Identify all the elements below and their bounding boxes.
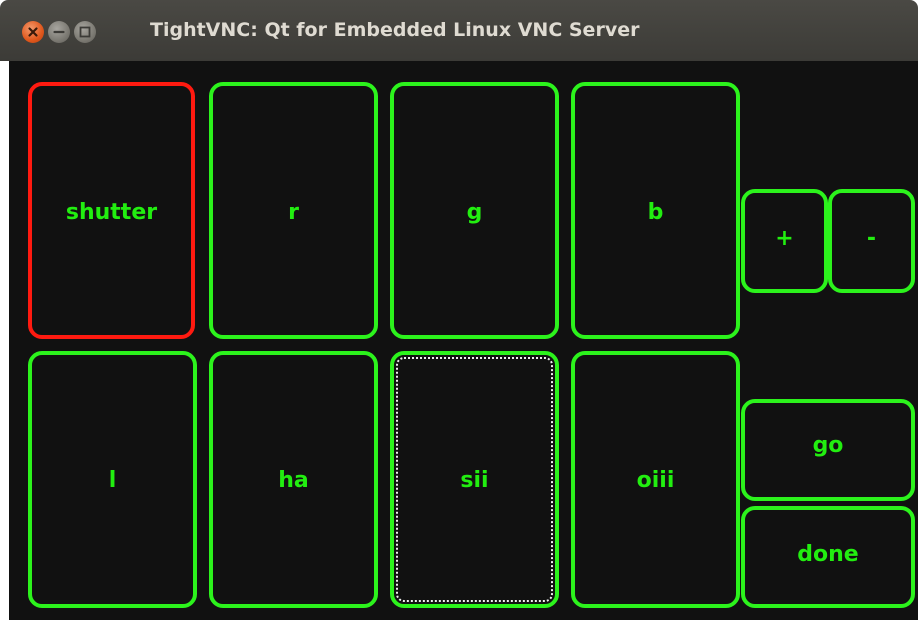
minus-label: - xyxy=(866,226,877,251)
done-button[interactable]: done xyxy=(741,506,915,608)
ha-label: ha xyxy=(278,468,309,493)
maximize-button[interactable] xyxy=(74,21,96,43)
minus-button[interactable]: - xyxy=(828,189,915,293)
maximize-icon xyxy=(79,26,91,38)
title-bar[interactable]: TightVNC: Qt for Embedded Linux VNC Serv… xyxy=(0,0,918,61)
g-label: g xyxy=(466,200,483,225)
minimize-icon xyxy=(53,30,65,34)
close-button[interactable] xyxy=(22,21,44,43)
ha-button[interactable]: ha xyxy=(209,351,378,608)
oiii-label: oiii xyxy=(636,468,675,493)
go-label: go xyxy=(812,433,844,458)
l-label: l xyxy=(108,468,117,493)
sii-label: sii xyxy=(460,468,489,493)
go-button[interactable]: go xyxy=(741,399,915,501)
b-button[interactable]: b xyxy=(571,82,740,339)
plus-button[interactable]: + xyxy=(741,189,828,293)
window-title: TightVNC: Qt for Embedded Linux VNC Serv… xyxy=(150,19,640,41)
g-button[interactable]: g xyxy=(390,82,559,339)
minimize-button[interactable] xyxy=(48,21,70,43)
b-label: b xyxy=(647,200,664,225)
close-icon xyxy=(28,27,38,37)
shutter-button[interactable]: shutter xyxy=(28,82,195,339)
vnc-window: TightVNC: Qt for Embedded Linux VNC Serv… xyxy=(0,0,918,629)
r-button[interactable]: r xyxy=(209,82,378,339)
plus-label: + xyxy=(775,226,794,251)
oiii-button[interactable]: oiii xyxy=(571,351,740,608)
shutter-label: shutter xyxy=(65,200,158,225)
sii-button[interactable]: sii xyxy=(390,351,559,608)
r-label: r xyxy=(288,200,299,225)
done-label: done xyxy=(797,542,859,567)
vnc-canvas: shutter r g b + - l ha sii oiii go done xyxy=(9,61,918,620)
l-button[interactable]: l xyxy=(28,351,197,608)
